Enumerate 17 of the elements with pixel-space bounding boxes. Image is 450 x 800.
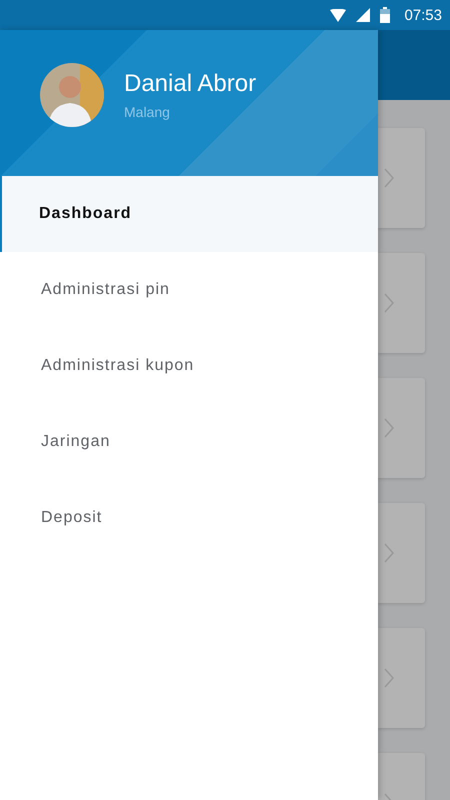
chevron-right-icon [384, 168, 394, 188]
signal-icon [356, 8, 370, 22]
user-location: Malang [124, 104, 171, 120]
user-name: Danial Abror [124, 70, 256, 98]
app-bar [378, 30, 450, 100]
menu-item[interactable]: Deposit [0, 480, 378, 556]
chevron-right-icon [384, 668, 394, 688]
clock-time: 07:53 [404, 6, 442, 24]
wifi-icon [330, 8, 346, 22]
menu-item[interactable]: Administrasi pin [0, 252, 378, 328]
chevron-right-icon [384, 418, 394, 438]
menu-item[interactable]: Administrasi kupon [0, 328, 378, 404]
chevron-right-icon [384, 293, 394, 313]
battery-icon [380, 7, 390, 23]
chevron-right-icon [384, 543, 394, 563]
menu-item[interactable]: Jaringan [0, 404, 378, 480]
menu-item[interactable]: Dashboard [0, 176, 378, 252]
